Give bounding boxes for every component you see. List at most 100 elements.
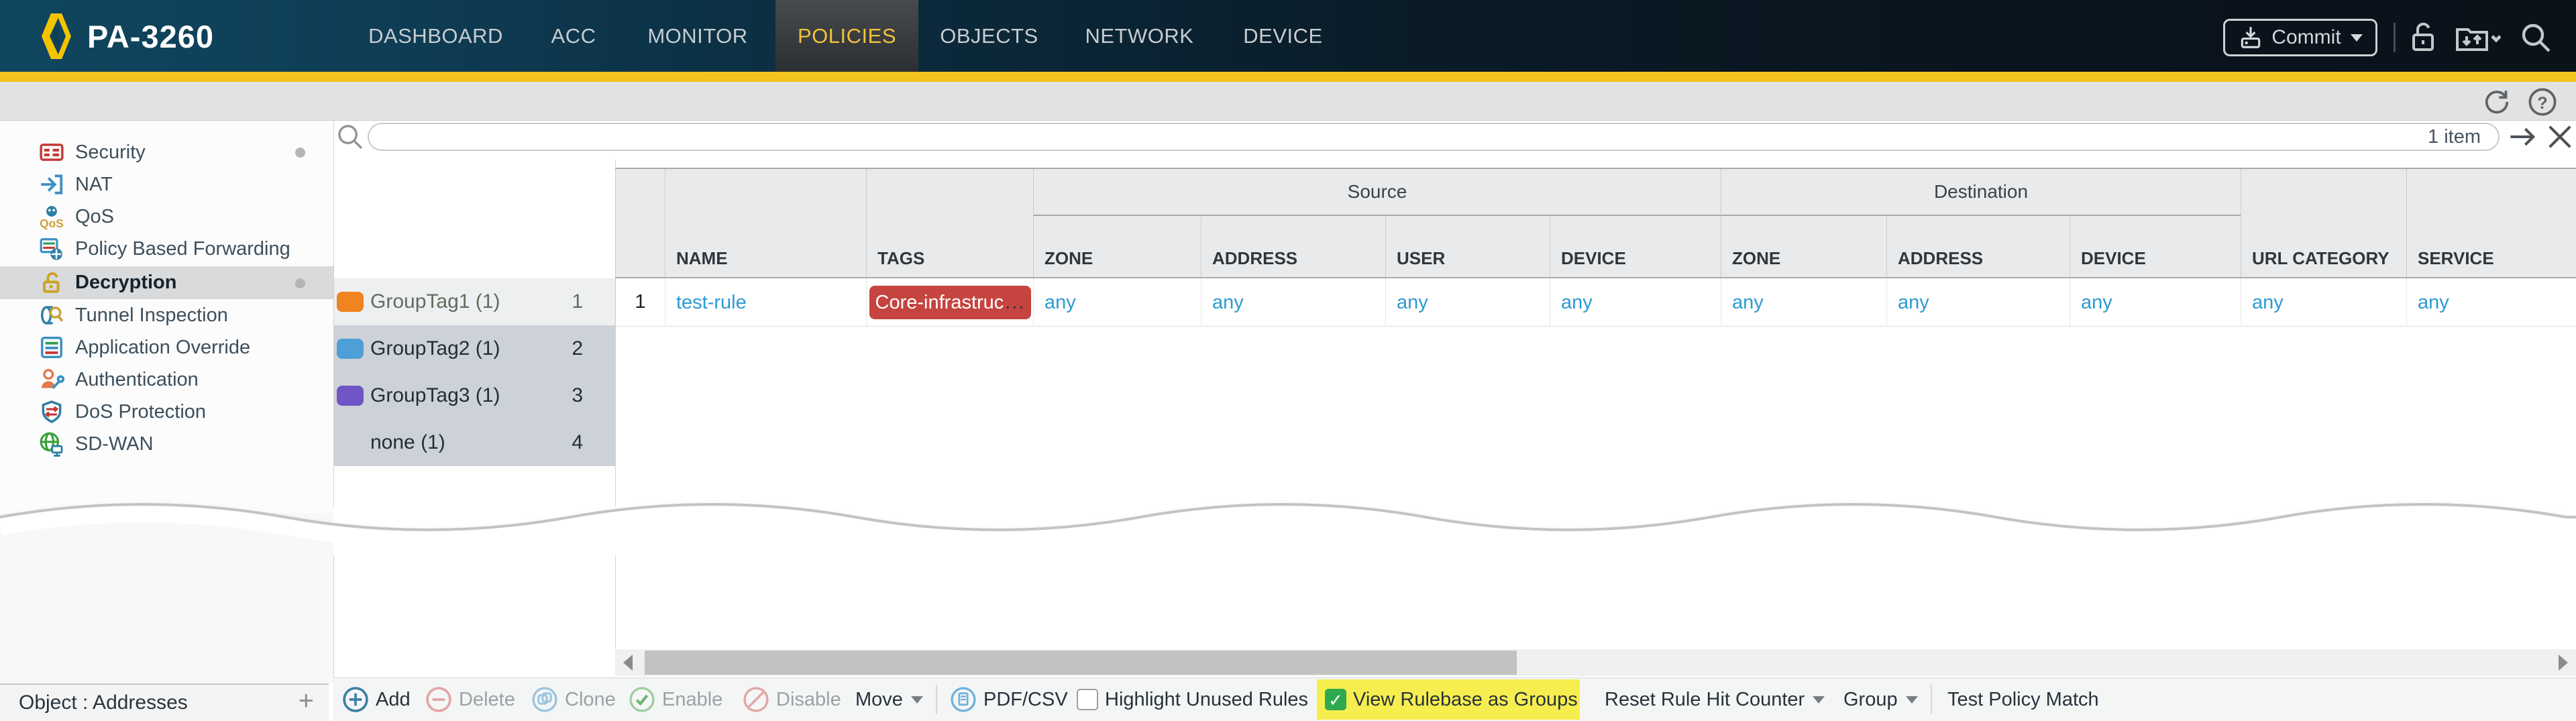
cell-value-link[interactable]: any: [1397, 292, 1428, 314]
sidebar-item-label: QoS: [75, 205, 115, 227]
cell-value-link[interactable]: any: [2252, 292, 2284, 314]
sidebar-item-tunnel-inspection[interactable]: Tunnel Inspection: [0, 299, 333, 331]
column-label: DEVICE: [1561, 248, 1626, 268]
object-context-bar: Object : Addresses +: [0, 683, 329, 721]
sidebar-item-application-override[interactable]: Application Override: [0, 331, 333, 364]
sidebar-item-policy-based-forwarding[interactable]: Policy Based Forwarding: [0, 233, 333, 265]
view-rulebase-as-groups-checkbox[interactable]: ✓ View Rulebase as Groups: [1325, 678, 1578, 721]
cell-value-link[interactable]: any: [1561, 292, 1593, 314]
cell-value-link[interactable]: any: [2418, 292, 2449, 314]
move-dropdown[interactable]: Move: [855, 678, 923, 721]
cell-value-link[interactable]: any: [2081, 292, 2112, 314]
status-dot: [295, 278, 305, 288]
dos-icon: [42, 400, 62, 424]
highlight-unused-rules-checkbox[interactable]: Highlight Unused Rules: [1077, 678, 1308, 721]
rule-cell-service: any: [2406, 278, 2576, 327]
header-source-address[interactable]: ADDRESS: [1201, 216, 1385, 277]
sidebar-item-authentication[interactable]: Authentication: [0, 364, 333, 396]
chevron-down-icon: [1813, 696, 1825, 704]
commit-button[interactable]: Commit: [2223, 19, 2377, 56]
test-policy-match-button[interactable]: Test Policy Match: [1947, 678, 2099, 721]
tab-device[interactable]: DEVICE: [1234, 0, 1332, 72]
group-row-none[interactable]: none (1) 4: [334, 419, 615, 466]
help-icon[interactable]: ?: [2528, 87, 2557, 117]
footer-toolbar: Add Delete Clone Enable Disable Move PDF…: [333, 677, 2576, 721]
header-name[interactable]: NAME: [665, 169, 866, 277]
group-row-grouptag1[interactable]: GroupTag1 (1) 1: [334, 278, 615, 325]
add-button[interactable]: Add: [342, 678, 411, 721]
rule-name-link[interactable]: test-rule: [676, 292, 747, 314]
reset-rule-hit-counter-dropdown[interactable]: Reset Rule Hit Counter: [1605, 678, 1825, 721]
header-url-category[interactable]: URL CATEGORY: [2241, 169, 2406, 277]
sidebar-item-nat[interactable]: NAT: [0, 168, 333, 201]
group-dropdown[interactable]: Group: [1843, 678, 1918, 721]
rule-row-number[interactable]: 1: [615, 278, 665, 327]
tab-acc[interactable]: ACC: [540, 0, 607, 72]
header-source-user[interactable]: USER: [1385, 216, 1550, 277]
highlight-unused-label: Highlight Unused Rules: [1105, 688, 1309, 710]
lock-open-icon[interactable]: [2406, 20, 2440, 55]
cell-value-link[interactable]: any: [1044, 292, 1076, 314]
rule-filter-input[interactable]: [382, 125, 2381, 148]
tab-monitor[interactable]: MONITOR: [645, 0, 751, 72]
tag-chip[interactable]: Core-infrastruc ...: [869, 286, 1031, 319]
disable-button[interactable]: Disable: [743, 678, 841, 721]
clone-label: Clone: [565, 688, 616, 710]
scroll-right-arrow-icon[interactable]: [2559, 655, 2568, 671]
rule-cell-source-device: any: [1550, 278, 1721, 327]
group-row-grouptag3[interactable]: GroupTag3 (1) 3: [334, 372, 615, 419]
sidebar-item-sd-wan[interactable]: SD-WAN: [0, 428, 333, 460]
header-tags[interactable]: TAGS: [866, 169, 1033, 277]
header-dest-device[interactable]: DEVICE: [2070, 216, 2241, 277]
apply-filter-arrow-icon[interactable]: [2508, 122, 2538, 152]
checkbox-checked-icon[interactable]: ✓: [1325, 689, 1346, 710]
clear-filter-x-icon[interactable]: [2545, 122, 2575, 152]
header-dest-address[interactable]: ADDRESS: [1886, 216, 2070, 277]
sidebar-item-qos[interactable]: QoS QoS: [0, 201, 333, 233]
tab-dashboard[interactable]: DASHBOARD: [368, 0, 503, 72]
checkbox-unchecked-icon[interactable]: [1077, 689, 1098, 710]
tab-network[interactable]: NETWORK: [1080, 0, 1199, 72]
group-label: none (1): [370, 431, 445, 453]
sidebar-item-decryption[interactable]: Decryption: [0, 266, 333, 299]
tunnel-icon: [41, 306, 64, 325]
tab-objects[interactable]: OBJECTS: [938, 0, 1040, 72]
header-source-zone[interactable]: ZONE: [1033, 216, 1201, 277]
move-label: Move: [855, 688, 903, 710]
group-color-swatch: [337, 292, 364, 312]
disable-icon: [743, 687, 769, 712]
commit-label: Commit: [2271, 26, 2341, 48]
sidebar-item-dos-protection[interactable]: DoS Protection: [0, 396, 333, 428]
clone-button[interactable]: Clone: [531, 678, 616, 721]
scrollbar-thumb[interactable]: [645, 651, 1517, 675]
pdf-csv-button[interactable]: PDF/CSV: [950, 678, 1068, 721]
expand-plus-button[interactable]: +: [299, 686, 314, 716]
enable-button[interactable]: Enable: [629, 678, 722, 721]
sidebar-item-label: Tunnel Inspection: [75, 304, 228, 326]
scroll-left-arrow-icon[interactable]: [623, 655, 633, 671]
cell-value-link[interactable]: any: [1898, 292, 1929, 314]
refresh-icon[interactable]: [2482, 87, 2512, 117]
object-context-label: Object : Addresses: [19, 691, 188, 714]
horizontal-scrollbar[interactable]: [615, 649, 2576, 676]
column-label: URL CATEGORY: [2252, 248, 2390, 268]
cell-value-link[interactable]: any: [1732, 292, 1764, 314]
header-source-device[interactable]: DEVICE: [1550, 216, 1721, 277]
search-icon[interactable]: [2518, 20, 2553, 55]
tab-policies[interactable]: POLICIES: [775, 0, 918, 72]
header-dest-zone[interactable]: ZONE: [1721, 216, 1886, 277]
rule-cell-name: test-rule: [665, 278, 866, 327]
clone-icon: [532, 687, 557, 712]
status-dot: [295, 148, 305, 158]
group-row-grouptag2[interactable]: GroupTag2 (1) 2: [334, 325, 615, 372]
group-color-swatch: [337, 339, 364, 359]
config-versions-icon[interactable]: [2454, 20, 2501, 55]
cell-value-link[interactable]: any: [1212, 292, 1244, 314]
header-service[interactable]: SERVICE: [2406, 169, 2576, 277]
item-count-badge: 1 item: [2428, 126, 2481, 148]
header-group-source: Source: [1033, 169, 1721, 216]
delete-button[interactable]: Delete: [425, 678, 515, 721]
rule-cell-tags: Core-infrastruc ...: [866, 278, 1033, 327]
sidebar-item-security[interactable]: Security: [0, 136, 333, 168]
add-icon: [343, 687, 368, 712]
